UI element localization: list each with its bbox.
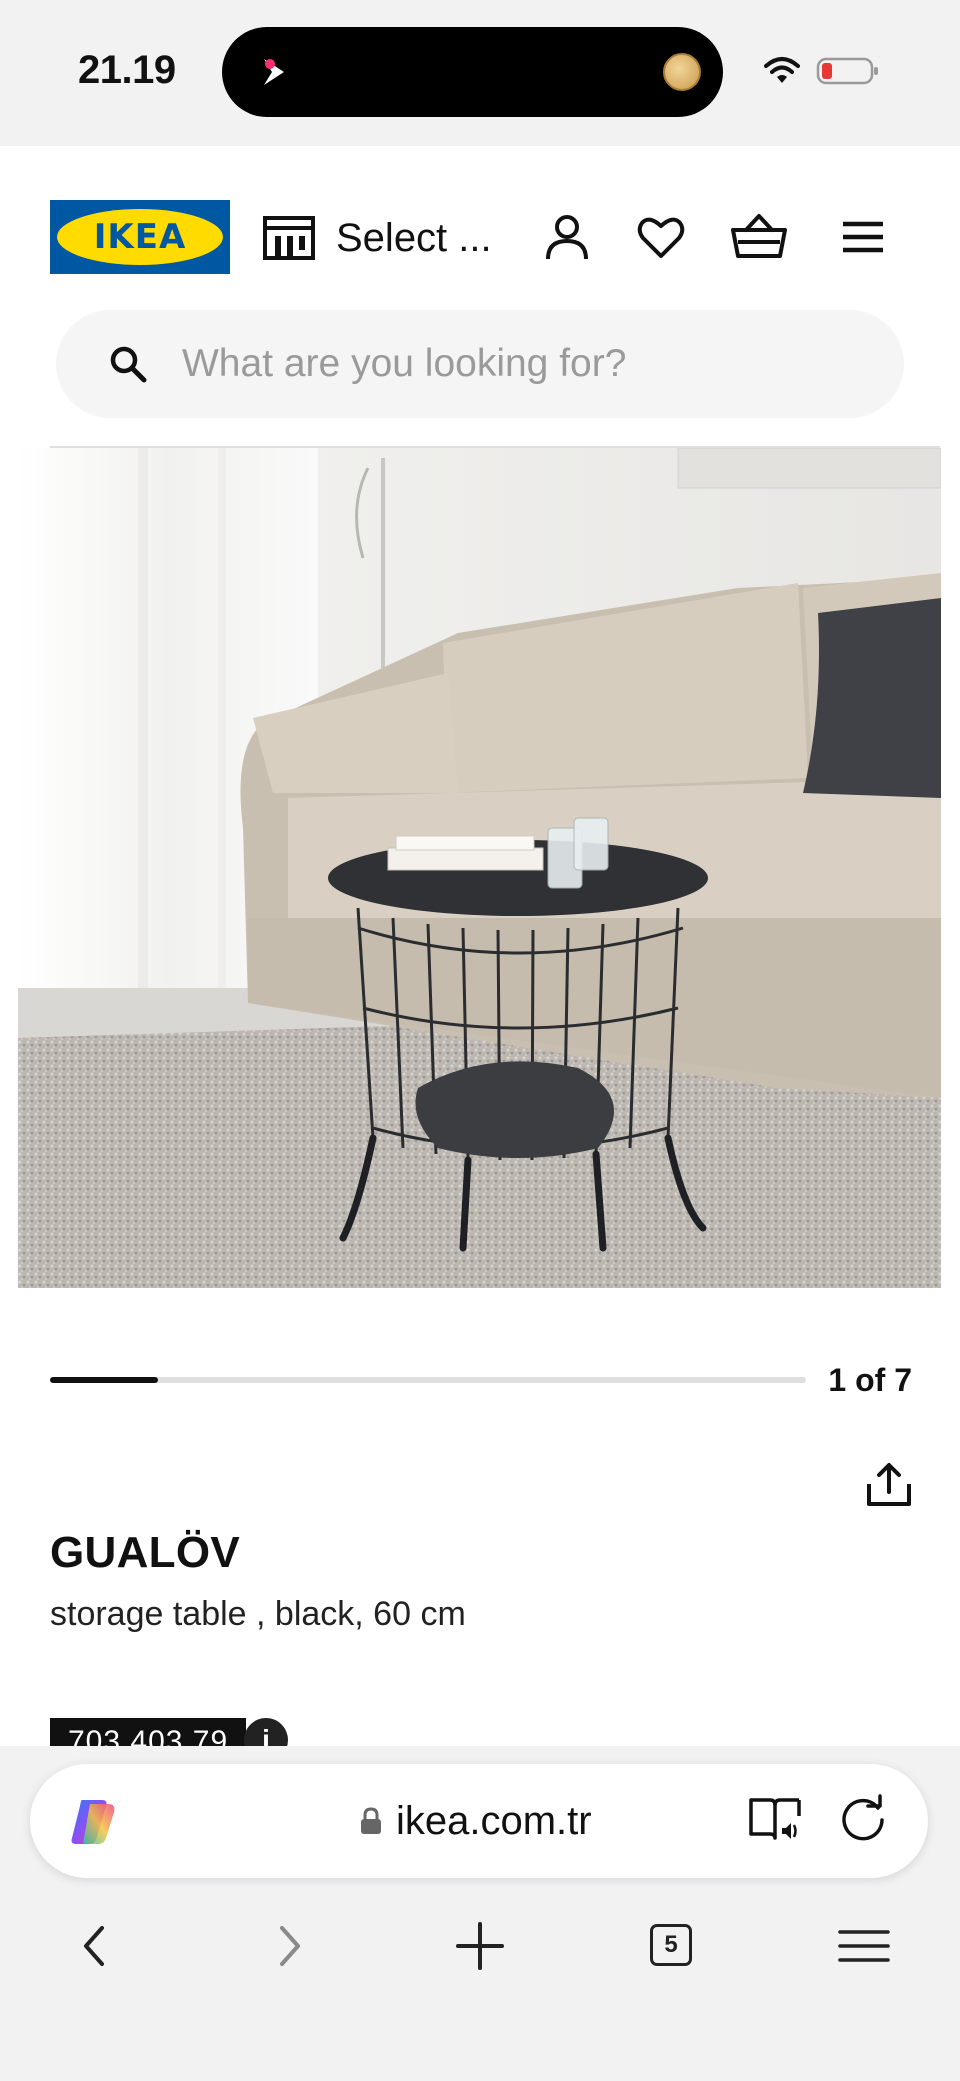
product-photo: [18, 448, 941, 1288]
product-image[interactable]: [18, 448, 941, 1288]
browser-menu-icon[interactable]: [834, 1916, 894, 1976]
store-icon: [263, 216, 315, 260]
product-description: storage table , black, 60 cm: [50, 1595, 466, 1633]
coin-icon: [663, 53, 701, 91]
store-select-button[interactable]: Select ...: [262, 210, 492, 266]
back-arrow-icon[interactable]: [66, 1916, 126, 1976]
menu-icon[interactable]: [838, 212, 888, 262]
address-url: ikea.com.tr: [396, 1798, 592, 1843]
tab-count: 5: [650, 1924, 692, 1966]
address-url-container[interactable]: ikea.com.tr: [360, 1794, 592, 1848]
search-icon: [110, 346, 147, 383]
copilot-icon[interactable]: [68, 1796, 120, 1848]
share-icon[interactable]: [864, 1462, 914, 1508]
address-bar[interactable]: ikea.com.tr: [30, 1764, 928, 1878]
carousel-counter: 1 of 7: [828, 1362, 912, 1398]
battery-icon: [816, 57, 878, 85]
forward-arrow-icon[interactable]: [258, 1916, 318, 1976]
carousel-progress-fill: [50, 1377, 158, 1383]
site-header: IKEA Select ...: [0, 146, 960, 302]
search-bar[interactable]: [56, 310, 904, 418]
heart-icon[interactable]: [636, 212, 686, 262]
carousel-progress[interactable]: [50, 1377, 806, 1383]
ikea-logo[interactable]: IKEA: [50, 200, 230, 274]
browser-toolbar: ikea.com.tr 5: [0, 1746, 960, 2081]
tabs-button[interactable]: 5: [642, 1916, 702, 1976]
app-activity-icon: [264, 59, 284, 85]
reload-icon[interactable]: [838, 1794, 888, 1844]
product-name: GUALÖV: [50, 1528, 241, 1577]
status-time: 21.19: [78, 48, 176, 92]
ikea-logo-oval: IKEA: [57, 209, 223, 265]
lock-icon: [361, 1807, 381, 1834]
ikea-logo-text: IKEA: [93, 217, 187, 257]
wifi-icon: [764, 57, 800, 83]
user-icon[interactable]: [542, 212, 592, 262]
reader-mode-icon[interactable]: [748, 1794, 802, 1844]
dynamic-island: [222, 27, 723, 117]
status-bar: 21.19: [0, 0, 960, 146]
basket-icon[interactable]: [730, 212, 788, 262]
new-tab-icon[interactable]: [450, 1916, 510, 1976]
store-label: Select ...: [336, 215, 492, 260]
search-input[interactable]: [182, 334, 872, 394]
